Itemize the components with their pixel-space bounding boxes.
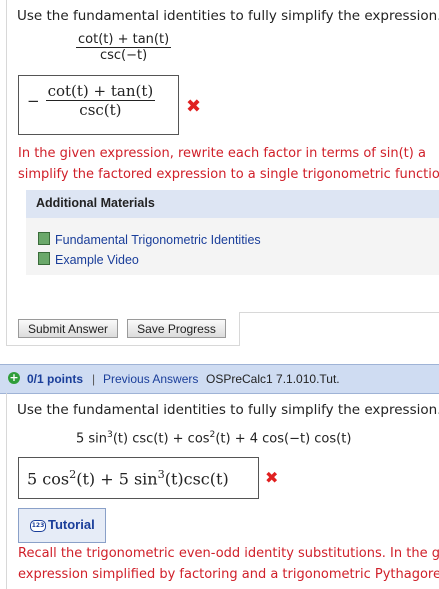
problem-id: OSPreCalc1 7.1.010.Tut. xyxy=(206,372,340,386)
q1-given-expression: cot(t) + tan(t) csc(−t) xyxy=(76,32,172,63)
tutorial-label: Tutorial xyxy=(48,517,95,532)
q2-frame-left-border xyxy=(6,393,7,589)
q1-feedback-line-1: In the given expression, rewrite each fa… xyxy=(18,146,426,161)
q2-answer-exponent-b: 3 xyxy=(157,468,165,481)
submit-answer-button[interactable]: Submit Answer xyxy=(18,319,118,338)
q2-answer-expression: 5 cos2(t) + 5 sin3(t)csc(t) xyxy=(27,468,229,488)
q2-prompt: Use the fundamental identities to fully … xyxy=(17,402,439,418)
q2-answer-part-b: (t) + 5 sin xyxy=(76,469,158,489)
previous-answers-link[interactable]: Previous Answers xyxy=(103,372,198,386)
q2-incorrect-icon: ✖ xyxy=(265,468,279,487)
tutorial-icon: 123 xyxy=(30,520,46,532)
q2-expr-part-a: 5 sin xyxy=(76,431,108,447)
q1-expression-numerator: cot(t) + tan(t) xyxy=(78,32,170,47)
q1-frame-bottom-border xyxy=(6,345,240,346)
additional-materials-heading: Additional Materials xyxy=(36,196,155,210)
q1-incorrect-icon: ✖ xyxy=(186,96,202,117)
info-bar-separator: | xyxy=(92,372,96,386)
q1-feedback-line-2: simplify the factored expression to a si… xyxy=(18,167,439,182)
additional-materials-header: Additional Materials xyxy=(26,190,439,218)
additional-materials-panel: Additional Materials Fundamental Trigono… xyxy=(26,190,439,275)
material-link-example-video[interactable]: Example Video xyxy=(38,252,139,267)
q2-feedback-line-2: expression simplified by factoring and a… xyxy=(18,567,439,582)
q2-given-expression: 5 sin3(t) csc(t) + cos2(t) + 4 cos(−t) c… xyxy=(76,430,351,446)
q1-answer-expression: − cot(t) + tan(t) csc(t) xyxy=(27,82,156,119)
q1-answer-field[interactable]: − cot(t) + tan(t) csc(t) xyxy=(18,75,179,135)
film-icon xyxy=(38,252,50,265)
q2-answer-field[interactable]: 5 cos2(t) + 5 sin3(t)csc(t) xyxy=(18,457,259,499)
q1-frame-left-border xyxy=(6,0,7,346)
q2-expr-part-b: (t) csc(t) + cos xyxy=(112,431,210,447)
material-link-identities[interactable]: Fundamental Trigonometric Identities xyxy=(38,232,261,247)
q2-answer-part-a: 5 cos xyxy=(27,469,70,489)
q1-answer-minus-sign: − xyxy=(27,91,40,110)
q1-frame-step-border xyxy=(239,312,240,346)
q2-expr-part-c: (t) + 4 cos(−t) cos(t) xyxy=(215,431,352,447)
q1-expression-denominator: csc(−t) xyxy=(99,48,148,63)
q1-answer-denominator: csc(t) xyxy=(79,101,122,119)
save-progress-button[interactable]: Save Progress xyxy=(127,319,226,338)
material-link-identities-label: Fundamental Trigonometric Identities xyxy=(55,233,261,247)
film-icon xyxy=(38,232,50,245)
tutorial-button[interactable]: 123 Tutorial xyxy=(18,508,106,543)
q1-answer-numerator: cot(t) + tan(t) xyxy=(47,82,154,100)
question-info-bar: + 0/1 points | Previous Answers OSPreCal… xyxy=(0,364,439,394)
points-label: 0/1 points xyxy=(27,372,84,386)
q2-feedback-line-1: Recall the trigonometric even-odd identi… xyxy=(18,546,439,561)
q2-answer-part-c: (t)csc(t) xyxy=(164,469,229,489)
q1-frame-step-top xyxy=(239,312,439,313)
material-link-example-video-label: Example Video xyxy=(55,253,139,267)
q1-prompt: Use the fundamental identities to fully … xyxy=(17,8,439,24)
expand-icon[interactable]: + xyxy=(8,372,20,384)
